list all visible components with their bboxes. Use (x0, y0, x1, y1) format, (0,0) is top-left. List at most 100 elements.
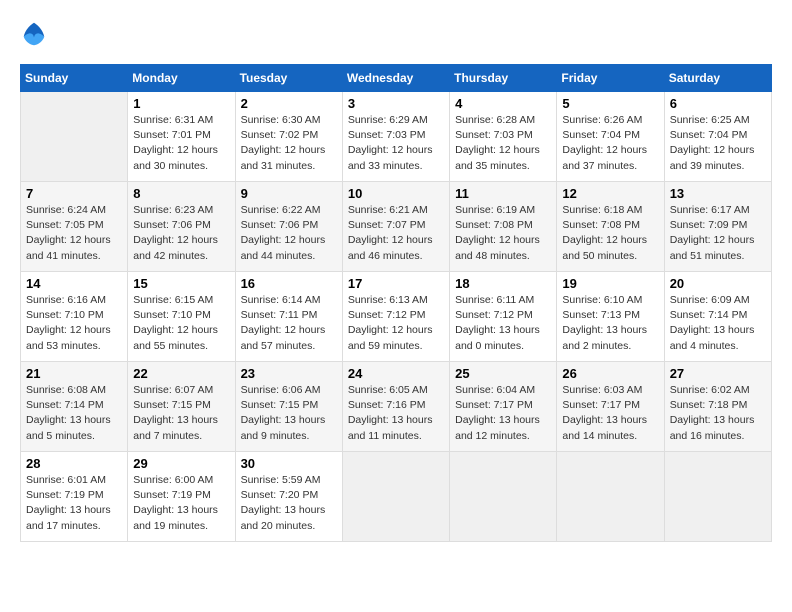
day-info: Sunrise: 6:31 AM Sunset: 7:01 PM Dayligh… (133, 113, 229, 174)
calendar-cell: 1Sunrise: 6:31 AM Sunset: 7:01 PM Daylig… (128, 92, 235, 182)
day-number: 14 (26, 276, 122, 291)
calendar-cell: 25 Sunrise: 6:04 AM Sunset: 7:17 PM Dayli… (450, 362, 557, 452)
day-info: Sunrise: 6:24 AM Sunset: 7:05 PM Dayligh… (26, 203, 122, 264)
day-number: 17 (348, 276, 444, 291)
calendar-cell: 30 Sunrise: 5:59 AM Sunset: 7:20 PM Dayli… (235, 452, 342, 542)
calendar-week-row: 1Sunrise: 6:31 AM Sunset: 7:01 PM Daylig… (21, 92, 772, 182)
calendar-day-header: Wednesday (342, 65, 449, 92)
day-info: Sunrise: 6:05 AM Sunset: 7:16 PM Dayligh… (348, 383, 444, 444)
calendar-week-row: 7 Sunrise: 6:24 AM Sunset: 7:05 PM Daylig… (21, 182, 772, 272)
day-info: Sunrise: 6:23 AM Sunset: 7:06 PM Dayligh… (133, 203, 229, 264)
calendar-cell: 23 Sunrise: 6:06 AM Sunset: 7:15 PM Dayli… (235, 362, 342, 452)
calendar-cell: 26 Sunrise: 6:03 AM Sunset: 7:17 PM Dayli… (557, 362, 664, 452)
day-info: Sunrise: 6:28 AM Sunset: 7:03 PM Dayligh… (455, 113, 551, 174)
calendar-day-header: Tuesday (235, 65, 342, 92)
calendar-day-header: Thursday (450, 65, 557, 92)
day-info: Sunrise: 6:13 AM Sunset: 7:12 PM Dayligh… (348, 293, 444, 354)
day-number: 4 (455, 96, 551, 111)
calendar-cell: 13 Sunrise: 6:17 AM Sunset: 7:09 PM Dayli… (664, 182, 771, 272)
calendar-cell: 21 Sunrise: 6:08 AM Sunset: 7:14 PM Dayli… (21, 362, 128, 452)
day-number: 13 (670, 186, 766, 201)
day-info: Sunrise: 6:03 AM Sunset: 7:17 PM Dayligh… (562, 383, 658, 444)
day-info: Sunrise: 6:25 AM Sunset: 7:04 PM Dayligh… (670, 113, 766, 174)
calendar-week-row: 14Sunrise: 6:16 AM Sunset: 7:10 PM Dayli… (21, 272, 772, 362)
day-number: 9 (241, 186, 337, 201)
day-number: 26 (562, 366, 658, 381)
calendar-cell: 22 Sunrise: 6:07 AM Sunset: 7:15 PM Dayli… (128, 362, 235, 452)
day-number: 5 (562, 96, 658, 111)
day-number: 29 (133, 456, 229, 471)
day-number: 19 (562, 276, 658, 291)
calendar-cell (450, 452, 557, 542)
calendar-week-row: 21 Sunrise: 6:08 AM Sunset: 7:14 PM Dayli… (21, 362, 772, 452)
day-info: Sunrise: 6:01 AM Sunset: 7:19 PM Dayligh… (26, 473, 122, 534)
calendar-cell (664, 452, 771, 542)
day-number: 10 (348, 186, 444, 201)
calendar-cell: 7 Sunrise: 6:24 AM Sunset: 7:05 PM Daylig… (21, 182, 128, 272)
calendar-table: SundayMondayTuesdayWednesdayThursdayFrid… (20, 64, 772, 542)
day-number: 18 (455, 276, 551, 291)
day-number: 24 (348, 366, 444, 381)
day-info: Sunrise: 6:10 AM Sunset: 7:13 PM Dayligh… (562, 293, 658, 354)
calendar-cell: 2 Sunrise: 6:30 AM Sunset: 7:02 PM Daylig… (235, 92, 342, 182)
day-info: Sunrise: 6:21 AM Sunset: 7:07 PM Dayligh… (348, 203, 444, 264)
day-info: Sunrise: 6:07 AM Sunset: 7:15 PM Dayligh… (133, 383, 229, 444)
calendar-cell: 14Sunrise: 6:16 AM Sunset: 7:10 PM Dayli… (21, 272, 128, 362)
calendar-cell: 27Sunrise: 6:02 AM Sunset: 7:18 PM Dayli… (664, 362, 771, 452)
logo (20, 20, 52, 48)
calendar-cell (342, 452, 449, 542)
day-info: Sunrise: 6:04 AM Sunset: 7:17 PM Dayligh… (455, 383, 551, 444)
day-number: 11 (455, 186, 551, 201)
day-number: 21 (26, 366, 122, 381)
calendar-header: SundayMondayTuesdayWednesdayThursdayFrid… (21, 65, 772, 92)
day-info: Sunrise: 6:06 AM Sunset: 7:15 PM Dayligh… (241, 383, 337, 444)
calendar-cell: 4 Sunrise: 6:28 AM Sunset: 7:03 PM Daylig… (450, 92, 557, 182)
calendar-cell: 28Sunrise: 6:01 AM Sunset: 7:19 PM Dayli… (21, 452, 128, 542)
calendar-cell: 12 Sunrise: 6:18 AM Sunset: 7:08 PM Dayli… (557, 182, 664, 272)
day-number: 22 (133, 366, 229, 381)
page-header (20, 20, 772, 48)
day-number: 15 (133, 276, 229, 291)
day-number: 7 (26, 186, 122, 201)
calendar-cell: 15Sunrise: 6:15 AM Sunset: 7:10 PM Dayli… (128, 272, 235, 362)
day-number: 2 (241, 96, 337, 111)
day-info: Sunrise: 6:22 AM Sunset: 7:06 PM Dayligh… (241, 203, 337, 264)
calendar-day-header: Friday (557, 65, 664, 92)
day-number: 8 (133, 186, 229, 201)
calendar-cell: 8 Sunrise: 6:23 AM Sunset: 7:06 PM Daylig… (128, 182, 235, 272)
calendar-cell (557, 452, 664, 542)
calendar-cell: 5 Sunrise: 6:26 AM Sunset: 7:04 PM Daylig… (557, 92, 664, 182)
calendar-cell: 9 Sunrise: 6:22 AM Sunset: 7:06 PM Daylig… (235, 182, 342, 272)
day-number: 16 (241, 276, 337, 291)
calendar-day-header: Monday (128, 65, 235, 92)
calendar-cell: 16 Sunrise: 6:14 AM Sunset: 7:11 PM Dayli… (235, 272, 342, 362)
day-info: Sunrise: 6:17 AM Sunset: 7:09 PM Dayligh… (670, 203, 766, 264)
day-info: Sunrise: 6:18 AM Sunset: 7:08 PM Dayligh… (562, 203, 658, 264)
day-info: Sunrise: 5:59 AM Sunset: 7:20 PM Dayligh… (241, 473, 337, 534)
calendar-cell: 17 Sunrise: 6:13 AM Sunset: 7:12 PM Dayli… (342, 272, 449, 362)
calendar-cell: 19 Sunrise: 6:10 AM Sunset: 7:13 PM Dayli… (557, 272, 664, 362)
day-info: Sunrise: 6:11 AM Sunset: 7:12 PM Dayligh… (455, 293, 551, 354)
calendar-day-header: Saturday (664, 65, 771, 92)
logo-icon (20, 20, 48, 48)
calendar-cell (21, 92, 128, 182)
day-number: 25 (455, 366, 551, 381)
day-info: Sunrise: 6:00 AM Sunset: 7:19 PM Dayligh… (133, 473, 229, 534)
day-info: Sunrise: 6:26 AM Sunset: 7:04 PM Dayligh… (562, 113, 658, 174)
calendar-cell: 3Sunrise: 6:29 AM Sunset: 7:03 PM Daylig… (342, 92, 449, 182)
day-number: 20 (670, 276, 766, 291)
day-info: Sunrise: 6:14 AM Sunset: 7:11 PM Dayligh… (241, 293, 337, 354)
day-number: 23 (241, 366, 337, 381)
calendar-cell: 18 Sunrise: 6:11 AM Sunset: 7:12 PM Dayli… (450, 272, 557, 362)
day-info: Sunrise: 6:08 AM Sunset: 7:14 PM Dayligh… (26, 383, 122, 444)
calendar-cell: 29 Sunrise: 6:00 AM Sunset: 7:19 PM Dayli… (128, 452, 235, 542)
calendar-cell: 24 Sunrise: 6:05 AM Sunset: 7:16 PM Dayli… (342, 362, 449, 452)
day-info: Sunrise: 6:09 AM Sunset: 7:14 PM Dayligh… (670, 293, 766, 354)
calendar-cell: 10 Sunrise: 6:21 AM Sunset: 7:07 PM Dayli… (342, 182, 449, 272)
day-number: 27 (670, 366, 766, 381)
calendar-cell: 6Sunrise: 6:25 AM Sunset: 7:04 PM Daylig… (664, 92, 771, 182)
day-number: 12 (562, 186, 658, 201)
day-info: Sunrise: 6:30 AM Sunset: 7:02 PM Dayligh… (241, 113, 337, 174)
day-number: 30 (241, 456, 337, 471)
calendar-week-row: 28Sunrise: 6:01 AM Sunset: 7:19 PM Dayli… (21, 452, 772, 542)
